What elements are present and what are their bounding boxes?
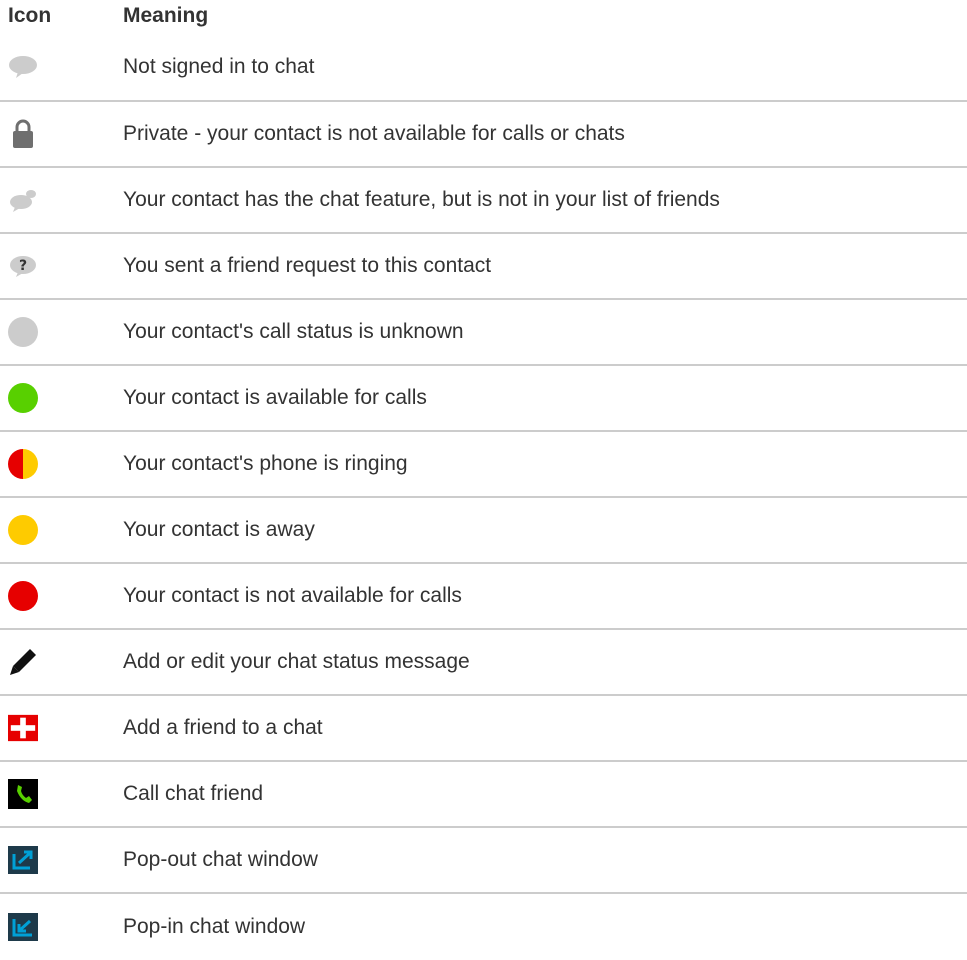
row-meaning: Your contact is away — [123, 518, 315, 541]
pop-in-icon — [8, 912, 38, 942]
phone-call-icon — [8, 779, 38, 809]
pencil-icon — [8, 647, 38, 677]
row-meaning: Pop-out chat window — [123, 848, 318, 871]
row-meaning: Private - your contact is not available … — [123, 122, 625, 145]
padlock-icon — [8, 119, 38, 149]
pop-out-icon — [8, 845, 38, 875]
table-row: Add or edit your chat status message — [0, 630, 967, 696]
status-available-dot-icon — [8, 383, 38, 413]
meaning-column-header: Meaning — [123, 4, 209, 27]
row-meaning: Your contact's phone is ringing — [123, 452, 408, 475]
table-row: Pop-out chat window — [0, 828, 967, 894]
row-meaning: Pop-in chat window — [123, 915, 306, 938]
row-meaning: Add or edit your chat status message — [123, 650, 470, 673]
table-row: Your contact's phone is ringing — [0, 432, 967, 498]
row-meaning: Not signed in to chat — [123, 55, 315, 78]
status-unknown-dot-icon — [8, 317, 38, 347]
icon-column-header: Icon — [8, 4, 52, 27]
row-meaning: Your contact's call status is unknown — [123, 320, 464, 343]
status-away-dot-icon — [8, 515, 38, 545]
table-row: Your contact is not available for calls — [0, 564, 967, 630]
chat-bubble-gray-icon — [8, 52, 38, 82]
icon-legend-table: Icon Meaning Not signed in to chat Priva… — [0, 0, 967, 960]
table-row: Pop-in chat window — [0, 894, 967, 960]
row-meaning: You sent a friend request to this contac… — [123, 254, 492, 277]
table-header: Icon Meaning — [0, 0, 967, 34]
table-row: Call chat friend — [0, 762, 967, 828]
table-row: Your contact is away — [0, 498, 967, 564]
table-row: Your contact's call status is unknown — [0, 300, 967, 366]
row-meaning: Call chat friend — [123, 782, 264, 805]
chat-bubble-small-gray-icon — [8, 185, 38, 215]
row-meaning: Your contact is not available for calls — [123, 584, 462, 607]
chat-bubble-question-icon: ? — [8, 251, 38, 281]
table-row: Your contact is available for calls — [0, 366, 967, 432]
row-meaning: Your contact has the chat feature, but i… — [123, 188, 720, 211]
table-row: Private - your contact is not available … — [0, 102, 967, 168]
table-row: Your contact has the chat feature, but i… — [0, 168, 967, 234]
status-unavailable-dot-icon — [8, 581, 38, 611]
status-ringing-dot-icon — [8, 449, 38, 479]
table-row: Not signed in to chat — [0, 34, 967, 102]
row-meaning: Add a friend to a chat — [123, 716, 323, 739]
table-row: ? You sent a friend request to this cont… — [0, 234, 967, 300]
table-row: Add a friend to a chat — [0, 696, 967, 762]
svg-text:?: ? — [19, 258, 27, 274]
row-meaning: Your contact is available for calls — [123, 386, 427, 409]
add-friend-plus-icon — [8, 713, 38, 743]
